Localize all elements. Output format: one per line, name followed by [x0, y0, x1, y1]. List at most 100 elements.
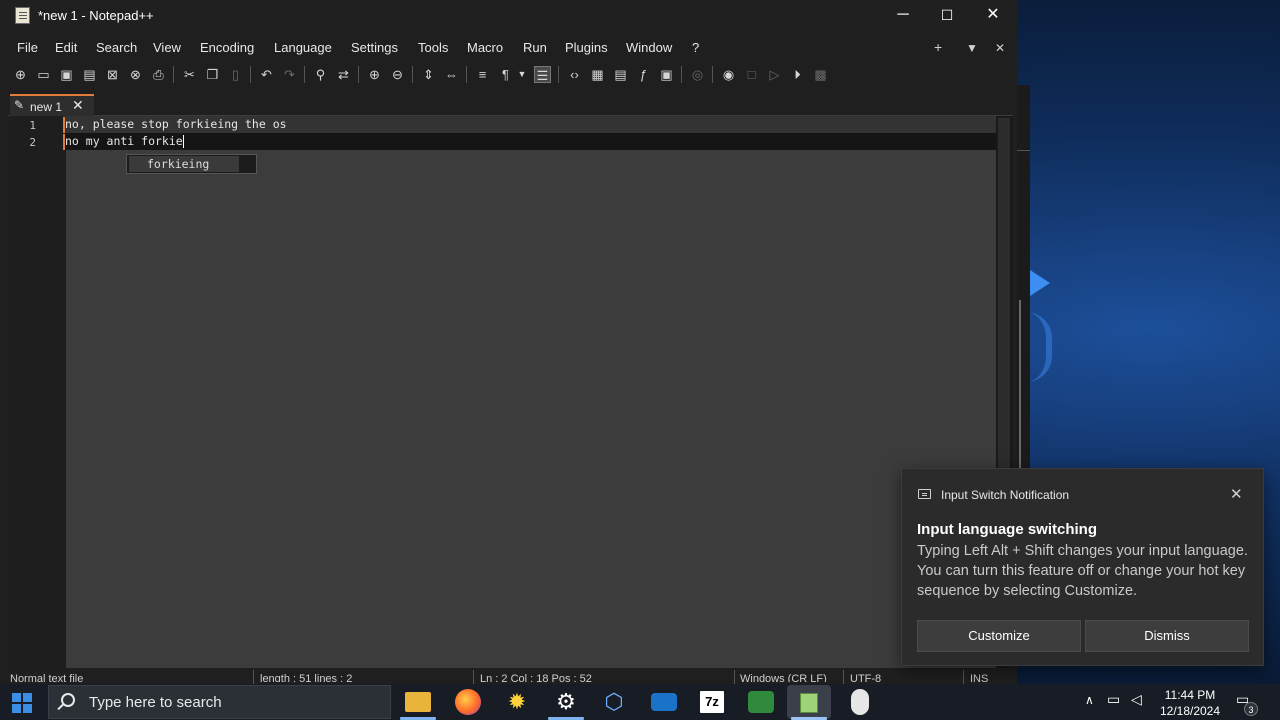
editor-area[interactable]: 1 2 no, please stop forkieing the os no … — [8, 116, 996, 668]
function-list-icon[interactable]: ƒ — [635, 66, 652, 83]
mouse-icon[interactable] — [851, 689, 869, 715]
background-scrollbar — [1019, 300, 1021, 480]
save-all-icon[interactable]: ▤ — [81, 66, 98, 83]
toolbar-separator — [712, 66, 713, 83]
windows-logo-pane — [12, 693, 21, 702]
word-wrap-icon[interactable]: ≡ — [474, 66, 491, 83]
save-icon[interactable]: ▣ — [58, 66, 75, 83]
redo-icon[interactable]: ↷ — [281, 66, 298, 83]
menu-window[interactable]: Window — [626, 40, 672, 55]
menu-view[interactable]: View — [153, 40, 181, 55]
run-macro-multiple-icon[interactable]: ⏵ — [789, 66, 806, 83]
minimize-button[interactable]: ─ — [880, 0, 926, 32]
background-divider — [1017, 150, 1030, 151]
autocomplete-popup: forkieing — [126, 154, 257, 174]
show-hidden-icons-chevron[interactable]: ∧ — [1085, 693, 1094, 707]
code-line-text: no my anti forkie — [65, 134, 183, 148]
sync-horizontal-icon[interactable]: ⇔ — [443, 66, 460, 83]
status-separator — [734, 670, 735, 684]
replace-icon[interactable]: ⇄ — [335, 66, 352, 83]
menu-search[interactable]: Search — [96, 40, 137, 55]
new-file-icon[interactable]: ⊕ — [12, 66, 29, 83]
maximize-button[interactable]: ☐ — [924, 0, 970, 32]
code-line-current[interactable]: no my anti forkie — [65, 133, 996, 150]
notepad-plus-plus-taskbar-button[interactable] — [787, 685, 831, 719]
code-line[interactable]: no, please stop forkieing the os — [65, 116, 996, 133]
task-manager-icon[interactable] — [748, 691, 774, 713]
dropdown-icon[interactable]: ▼ — [516, 66, 528, 83]
menu-edit[interactable]: Edit — [55, 40, 77, 55]
firefox-icon[interactable] — [455, 689, 481, 715]
start-button[interactable] — [12, 693, 32, 713]
notepad-plus-plus-window: *new 1 - Notepad++ ─ ☐ ✕ File Edit Searc… — [0, 0, 1017, 684]
menu-plugins[interactable]: Plugins — [565, 40, 608, 55]
toolbar-separator — [358, 66, 359, 83]
taskbar-search-box[interactable]: Type here to search — [48, 685, 391, 719]
print-icon[interactable]: ⎙ — [150, 66, 167, 83]
new-tab-button[interactable]: + — [934, 39, 942, 55]
close-document-button[interactable]: ✕ — [995, 41, 1005, 55]
folder-as-workspace-icon[interactable]: ▣ — [658, 66, 675, 83]
menu-encoding[interactable]: Encoding — [200, 40, 254, 55]
close-all-icon[interactable]: ⊗ — [127, 66, 144, 83]
status-separator — [253, 670, 254, 684]
zoom-in-icon[interactable]: ⊕ — [366, 66, 383, 83]
save-macro-icon[interactable]: ▩ — [812, 66, 829, 83]
file-explorer-icon[interactable] — [405, 692, 431, 712]
record-macro-icon[interactable]: ◉ — [720, 66, 737, 83]
document-list-icon[interactable]: ▤ — [612, 66, 629, 83]
find-icon[interactable]: ⚲ — [312, 66, 329, 83]
dismiss-button[interactable]: Dismiss — [1085, 620, 1249, 652]
menu-file[interactable]: File — [17, 40, 38, 55]
volume-icon[interactable]: ◁ — [1131, 691, 1142, 708]
status-encoding[interactable]: UTF-8 — [850, 672, 960, 682]
monitoring-icon[interactable]: ◎ — [689, 66, 706, 83]
title-bar[interactable]: *new 1 - Notepad++ ─ ☐ ✕ — [0, 0, 1017, 32]
menu-language[interactable]: Language — [274, 40, 332, 55]
taskbar-clock[interactable]: 11:44 PM 12/18/2024 — [1150, 687, 1230, 719]
undo-icon[interactable]: ↶ — [258, 66, 275, 83]
search-placeholder: Type here to search — [89, 694, 222, 711]
code-line-text: no, please stop forkieing the os — [65, 117, 287, 131]
tab-close-icon[interactable]: ✕ — [72, 97, 84, 114]
stop-recording-icon[interactable]: □ — [743, 66, 760, 83]
open-file-icon[interactable]: ▭ — [35, 66, 52, 83]
sync-vertical-icon[interactable]: ⇕ — [420, 66, 437, 83]
playback-icon[interactable]: ▷ — [766, 66, 783, 83]
settings-gear-icon[interactable]: ⚙ — [553, 689, 579, 715]
taskbar: Type here to search ✹ ⚙ ⬡ 7z ∧ ▭ ◁ 11:44… — [0, 684, 1280, 720]
xml-tag-icon[interactable]: ‹› — [566, 66, 583, 83]
weather-app-icon[interactable]: ✹ — [504, 689, 530, 715]
search-icon — [61, 693, 75, 707]
tab-list-dropdown[interactable]: ▼ — [966, 41, 978, 55]
clock-date: 12/18/2024 — [1159, 704, 1221, 718]
notepad-plus-plus-icon — [800, 692, 818, 713]
status-insert-mode: INS — [970, 673, 989, 682]
paste-icon[interactable]: ▯ — [227, 66, 244, 83]
autocomplete-item[interactable]: forkieing — [129, 156, 239, 172]
photos-icon[interactable] — [651, 693, 677, 711]
notepad-app-icon — [15, 7, 30, 24]
menu-help[interactable]: ? — [692, 40, 699, 55]
cut-icon[interactable]: ✂ — [181, 66, 198, 83]
virtualbox-icon[interactable]: ⬡ — [601, 689, 627, 715]
tab-new-1[interactable]: ✎ new 1 ✕ — [10, 94, 94, 116]
toolbar-separator — [304, 66, 305, 83]
tab-label: new 1 — [30, 100, 63, 114]
status-eol[interactable]: Windows (CR LF) — [740, 672, 840, 682]
show-all-chars-icon[interactable]: ¶ — [497, 66, 514, 83]
network-icon[interactable]: ▭ — [1107, 691, 1120, 708]
menu-tools[interactable]: Tools — [418, 40, 448, 55]
zoom-out-icon[interactable]: ⊖ — [389, 66, 406, 83]
close-button[interactable]: ✕ — [970, 0, 1016, 32]
menu-settings[interactable]: Settings — [351, 40, 398, 55]
copy-icon[interactable]: ❐ — [204, 66, 221, 83]
document-map-icon[interactable]: ▦ — [589, 66, 606, 83]
close-icon[interactable]: ⊠ — [104, 66, 121, 83]
notification-close-icon[interactable]: ✕ — [1230, 485, 1243, 503]
7zip-icon[interactable]: 7z — [700, 691, 724, 713]
indent-guide-icon[interactable]: ☰ — [534, 66, 551, 83]
customize-button[interactable]: Customize — [917, 620, 1081, 652]
menu-run[interactable]: Run — [523, 40, 547, 55]
menu-macro[interactable]: Macro — [467, 40, 503, 55]
